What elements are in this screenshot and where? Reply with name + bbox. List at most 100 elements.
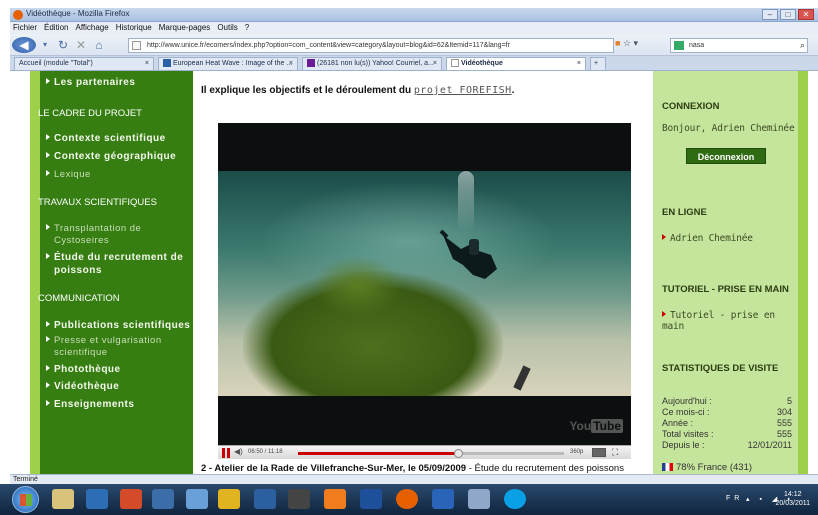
back-button[interactable]: ◀ xyxy=(12,37,36,53)
arrow-icon xyxy=(46,365,50,371)
stop-icon[interactable]: ✕ xyxy=(74,37,88,53)
sidebar-item-phototheque[interactable]: Photothèque xyxy=(46,364,121,375)
firefox-taskbar-icon[interactable] xyxy=(396,489,418,509)
country-text: 78% France (431) xyxy=(676,462,753,473)
clock[interactable]: 14:12 20/03/2011 xyxy=(775,490,810,508)
online-user-name: Adrien Cheminée xyxy=(670,233,753,244)
r-icon[interactable] xyxy=(432,489,454,509)
media-player-icon[interactable] xyxy=(86,489,108,509)
video-player[interactable]: You Tube xyxy=(218,123,631,445)
forefish-link[interactable]: projet FOREFISH xyxy=(414,85,512,96)
fullscreen-icon[interactable]: ⛶ xyxy=(612,447,618,458)
quality-selector[interactable]: 360p xyxy=(570,449,583,455)
sidebar-item-label: Transplantation de xyxy=(54,223,142,234)
menu-edition[interactable]: Édition xyxy=(44,22,68,34)
sidebar-item-label: Les partenaires xyxy=(54,77,136,88)
url-bar[interactable]: http://www.unice.fr/ecomers/index.php?op… xyxy=(128,38,614,53)
sidebar-item-partenaires[interactable]: Les partenaires xyxy=(46,77,135,88)
sidebar-item-presse[interactable]: Presse et vulgarisation scientifique xyxy=(46,335,162,359)
explorer-icon[interactable] xyxy=(52,489,74,509)
search-go-icon[interactable]: ⌕ xyxy=(800,39,805,52)
intro-text: Il explique les objectifs et le déroulem… xyxy=(201,85,412,96)
right-sidebar: CONNEXION Bonjour, Adrien Cheminée Décon… xyxy=(653,71,808,474)
settings-icon[interactable] xyxy=(468,489,490,509)
close-button[interactable]: ✕ xyxy=(798,9,814,20)
search-box[interactable]: nasa ⌕ xyxy=(670,38,808,53)
menu-affichage[interactable]: Affichage xyxy=(75,22,108,34)
watermark-you: You xyxy=(569,419,592,433)
sidebar-item-videotheque[interactable]: Vidéothèque xyxy=(46,381,119,392)
volume-icon[interactable]: ◀) xyxy=(234,447,243,456)
menu-marque-pages[interactable]: Marque-pages xyxy=(159,22,211,34)
tab-close-icon[interactable]: × xyxy=(577,58,581,69)
pdf-icon[interactable] xyxy=(120,489,142,509)
wide-mode-button[interactable] xyxy=(592,448,606,457)
word-icon[interactable] xyxy=(254,489,276,509)
window-title: Vidéothèque - Mozilla Firefox xyxy=(26,9,130,18)
maximize-button[interactable]: □ xyxy=(780,9,796,20)
tab-videotheque[interactable]: Vidéothèque × xyxy=(446,57,586,70)
history-dropdown-icon[interactable]: ▾ xyxy=(40,37,50,53)
terminal-icon[interactable] xyxy=(288,489,310,509)
sidebar-item-contexte-geographique[interactable]: Contexte géographique xyxy=(46,151,176,162)
network-icon[interactable] xyxy=(152,489,174,509)
menu-outils[interactable]: Outils xyxy=(217,22,237,34)
menu-fichier[interactable]: Fichier xyxy=(13,22,37,34)
video-seekbar[interactable] xyxy=(298,449,564,458)
arrow-icon xyxy=(662,311,666,317)
feed-icon[interactable]: ■ xyxy=(615,38,620,48)
sidebar-item-enseignements[interactable]: Enseignements xyxy=(46,399,134,410)
stats-row: Depuis le : 12/01/2011 xyxy=(662,440,792,451)
sidebar-item-label-line2: Cystoseires xyxy=(54,235,110,246)
tray-language[interactable]: FR xyxy=(726,495,743,502)
tab-close-icon[interactable]: × xyxy=(145,58,149,69)
tab-heat-wave[interactable]: European Heat Wave : Image of the ... × xyxy=(158,57,298,70)
stat-value: 12/01/2011 xyxy=(747,440,792,450)
sidebar-item-publications[interactable]: Publications scientifiques xyxy=(46,320,190,331)
powerpoint-icon[interactable] xyxy=(324,489,346,509)
tab-yahoo-mail[interactable]: (26181 non lu(s)) Yahoo! Courriel, a... … xyxy=(302,57,442,70)
tool-icon[interactable] xyxy=(186,489,208,509)
search-engine-icon[interactable] xyxy=(674,41,684,50)
sidebar-item-label: Contexte géographique xyxy=(54,151,177,162)
start-button[interactable] xyxy=(12,486,39,513)
video-caption: 2 - Atelier de la Rade de Villefranche-S… xyxy=(201,463,624,474)
seek-handle[interactable] xyxy=(453,449,463,458)
sidebar-item-recrutement[interactable]: Étude du recrutement de poissons xyxy=(46,251,183,277)
tab-accueil[interactable]: Accueil (module "Total") × xyxy=(14,57,154,70)
youtube-watermark[interactable]: You Tube xyxy=(569,419,623,433)
sidebar-heading-communication: COMMUNICATION xyxy=(38,293,120,304)
paint-icon[interactable] xyxy=(218,489,240,509)
caption-title: 2 - Atelier de la Rade de Villefranche-S… xyxy=(201,463,467,474)
sidebar-accent xyxy=(30,71,40,474)
dropdown-icon[interactable]: ▾ xyxy=(634,38,639,48)
watermark-tube: Tube xyxy=(591,419,623,433)
tab-close-icon[interactable]: × xyxy=(433,58,437,69)
sidebar-item-lexique[interactable]: Lexique xyxy=(46,169,91,180)
sidebar-item-contexte-scientifique[interactable]: Contexte scientifique xyxy=(46,133,166,144)
new-tab-button[interactable]: + xyxy=(590,57,606,70)
minimize-button[interactable]: – xyxy=(762,9,778,20)
pause-button[interactable] xyxy=(222,448,230,458)
skype-icon[interactable] xyxy=(504,489,526,509)
caption-text: - Étude du recrutement des poissons xyxy=(466,463,624,474)
tab-close-icon[interactable]: × xyxy=(289,58,293,69)
app-icon[interactable] xyxy=(360,489,382,509)
arrow-icon xyxy=(46,152,50,158)
tab-label: Accueil (module "Total") xyxy=(19,60,93,67)
tutorial-link[interactable]: Tutoriel - prise en main xyxy=(662,310,798,332)
home-icon[interactable]: ⌂ xyxy=(92,37,106,53)
menu-help[interactable]: ? xyxy=(245,22,249,34)
yahoo-favicon-icon xyxy=(307,59,315,68)
sidebar-item-transplantation[interactable]: Transplantation de Cystoseires xyxy=(46,223,141,247)
search-input[interactable]: nasa xyxy=(689,42,704,49)
video-frame[interactable] xyxy=(218,171,631,396)
tutorial-heading: TUTORIEL - PRISE EN MAIN xyxy=(662,284,789,295)
reload-icon[interactable]: ↻ xyxy=(56,37,70,53)
arrow-icon xyxy=(46,170,50,176)
logout-button[interactable]: Déconnexion xyxy=(686,148,766,164)
stats-row: Total visites : 555 xyxy=(662,429,792,440)
bookmark-star-icon[interactable]: ☆ xyxy=(623,38,631,48)
online-user-link[interactable]: Adrien Cheminée xyxy=(662,233,753,244)
menu-historique[interactable]: Historique xyxy=(116,22,152,34)
